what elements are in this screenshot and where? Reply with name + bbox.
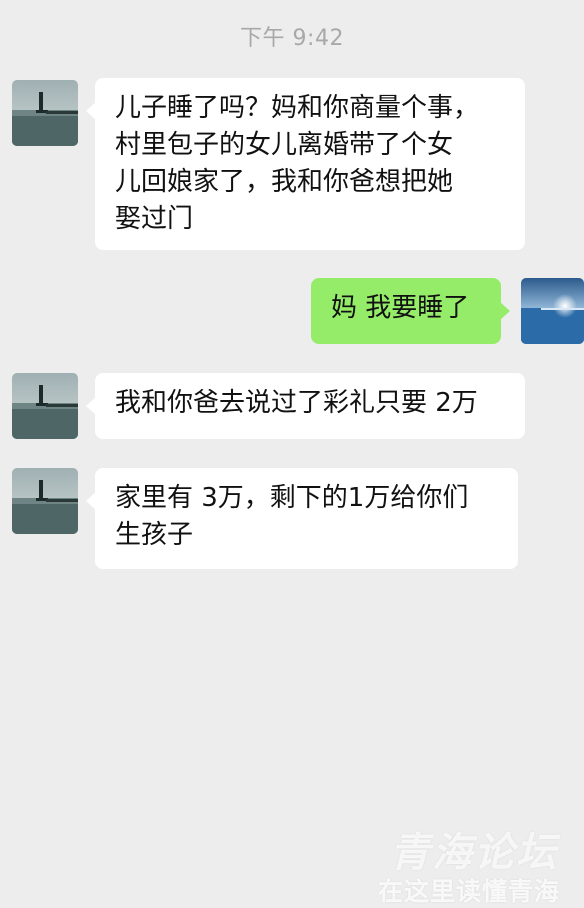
message-3-line-1: 我和你爸去说过了彩礼只要 2万 <box>115 388 478 418</box>
mother-avatar[interactable] <box>12 373 78 439</box>
message-4-line-2: 生孩子 <box>115 520 194 550</box>
message-4-line-1: 家里有 3万，剩下的1万给你们 <box>115 483 469 513</box>
mother-avatar[interactable] <box>12 80 78 146</box>
watermark-subtitle: 在这里读懂青海 <box>378 877 561 906</box>
mother-avatar[interactable] <box>12 468 78 534</box>
lighthouse-sea-photo-icon <box>12 80 78 146</box>
son-avatar[interactable] <box>521 278 584 344</box>
message-bubble-1[interactable]: 儿子睡了吗？妈和你商量个事， 村里包子的女儿离婚带了个女 儿回娘家了，我和你爸想… <box>86 78 525 250</box>
message-1-line-2: 村里包子的女儿离婚带了个女 <box>115 130 454 160</box>
message-bubble-4[interactable]: 家里有 3万，剩下的1万给你们 生孩子 <box>86 468 518 569</box>
chat-timestamp: 下午 9:42 <box>240 26 344 51</box>
message-bubble-3[interactable]: 我和你爸去说过了彩礼只要 2万 <box>86 373 525 439</box>
watermark-title: 青海论坛 <box>390 830 558 876</box>
sunset-sea-photo-icon <box>521 278 584 344</box>
message-1-line-4: 娶过门 <box>115 204 194 234</box>
lighthouse-sea-photo-icon <box>12 468 78 534</box>
forum-watermark: 青海论坛 在这里读懂青海 <box>378 820 578 906</box>
message-2-line-1: 妈 我要睡了 <box>331 293 470 323</box>
message-1-line-3: 儿回娘家了，我和你爸想把她 <box>115 167 454 197</box>
message-bubble-2[interactable]: 妈 我要睡了 <box>311 278 510 344</box>
lighthouse-sea-photo-icon <box>12 373 78 439</box>
message-1-line-1: 儿子睡了吗？妈和你商量个事， <box>115 93 480 123</box>
